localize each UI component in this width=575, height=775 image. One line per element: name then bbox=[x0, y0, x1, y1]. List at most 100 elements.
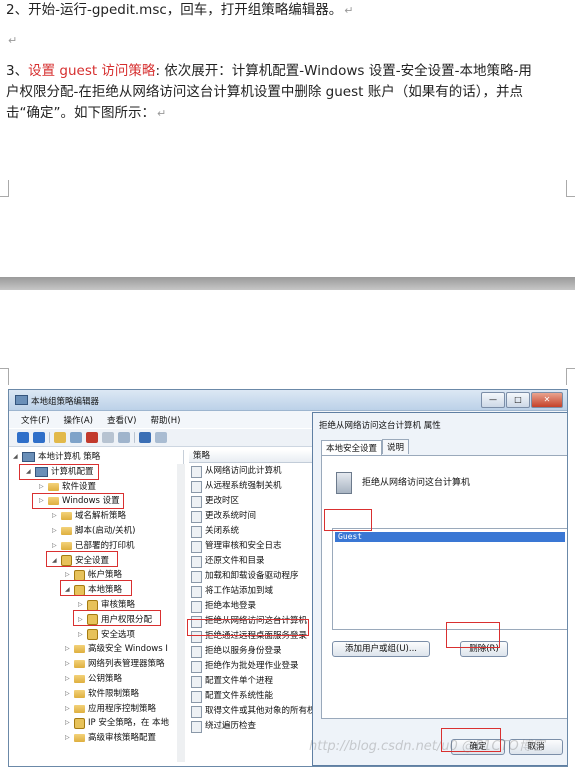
toolbar-separator bbox=[134, 432, 135, 443]
policy-label: 管理审核和安全日志 bbox=[205, 541, 282, 551]
close-button[interactable]: ✕ bbox=[531, 392, 563, 408]
computer-icon bbox=[336, 472, 352, 494]
policy-row[interactable]: 从网络访问此计算机 bbox=[191, 464, 282, 479]
add-user-button[interactable]: 添加用户或组(U)... bbox=[332, 641, 430, 657]
folder-icon bbox=[74, 660, 85, 669]
menu-action[interactable]: 操作(A) bbox=[64, 414, 93, 426]
tree-item-label: 公钥策略 bbox=[88, 674, 123, 684]
policy-row[interactable]: 配置文件系统性能 bbox=[191, 689, 273, 704]
menu-view[interactable]: 查看(V) bbox=[107, 414, 136, 426]
policy-label: 还原文件和目录 bbox=[205, 556, 265, 566]
accounts-listbox[interactable]: Guest bbox=[332, 528, 567, 630]
policy-icon bbox=[191, 540, 202, 553]
tree-item-label: 软件设置 bbox=[62, 481, 97, 492]
tree-item[interactable]: ▷ 软件设置 bbox=[39, 480, 96, 494]
show-hide-tree-icon[interactable] bbox=[70, 432, 82, 443]
dialog-policy-title: 拒绝从网络访问这台计算机 bbox=[362, 478, 471, 488]
policy-icon bbox=[191, 675, 202, 688]
minimize-button[interactable]: — bbox=[481, 392, 505, 408]
step3-link[interactable]: 设置 guest 访问策略 bbox=[28, 63, 155, 79]
tree-item[interactable]: ▷ 高级安全 Windows I bbox=[65, 642, 168, 656]
step3-rest: : 依次展开：计算机配置-Windows 设置-安全设置-本地策略-用 bbox=[155, 63, 532, 79]
toolbar-separator bbox=[49, 432, 50, 443]
view-icon[interactable] bbox=[155, 432, 167, 443]
policy-row[interactable]: 取得文件或其他对象的所有权 bbox=[191, 704, 316, 719]
expand-toggle-icon[interactable]: ▷ bbox=[52, 524, 58, 538]
menu-file[interactable]: 文件(F) bbox=[21, 414, 50, 426]
expand-toggle-icon[interactable]: ▷ bbox=[52, 509, 58, 523]
expand-toggle-icon[interactable]: ▷ bbox=[65, 731, 71, 745]
delete-icon[interactable] bbox=[86, 432, 98, 443]
policy-row[interactable]: 拒绝本地登录 bbox=[191, 599, 256, 614]
tree-item[interactable]: ▷ 网络列表管理器策略 bbox=[65, 657, 165, 671]
step3-line1: 3、设置 guest 访问策略: 依次展开：计算机配置-Windows 设置-安… bbox=[6, 61, 532, 81]
page-corner-mark bbox=[566, 368, 575, 385]
policy-column-header[interactable]: 策略 bbox=[189, 450, 319, 463]
tree-item-label: 高级安全 Windows I bbox=[88, 644, 168, 655]
paragraph-mark: ↵ bbox=[344, 4, 354, 17]
policy-label: 拒绝作为批处理作业登录 bbox=[205, 661, 299, 671]
page-corner-mark bbox=[0, 368, 9, 385]
policy-icon bbox=[191, 585, 202, 598]
policy-label: 配置文件单个进程 bbox=[205, 676, 274, 686]
policy-row[interactable]: 更改系统时间 bbox=[191, 509, 256, 524]
policy-icon bbox=[191, 720, 202, 733]
help-icon[interactable] bbox=[139, 432, 151, 443]
expand-toggle-icon[interactable]: ▷ bbox=[65, 642, 71, 656]
tab-explain[interactable]: 说明 bbox=[382, 439, 410, 454]
policy-row[interactable]: 关闭系统 bbox=[191, 524, 239, 539]
policy-label: 加载和卸载设备驱动程序 bbox=[205, 571, 299, 581]
policy-row[interactable]: 更改时区 bbox=[191, 494, 239, 509]
export-list-icon[interactable] bbox=[118, 432, 130, 443]
policy-row[interactable]: 从远程系统强制关机 bbox=[191, 479, 282, 494]
highlight-box bbox=[60, 580, 132, 596]
highlight-box bbox=[46, 551, 118, 567]
app-icon bbox=[15, 395, 28, 405]
policy-label: 配置文件系统性能 bbox=[205, 691, 274, 701]
policy-icon bbox=[191, 570, 202, 583]
expand-toggle-icon[interactable]: ▷ bbox=[65, 672, 71, 686]
tree-item[interactable]: ◢ 本地计算机 策略 bbox=[13, 450, 100, 464]
policy-icon bbox=[191, 555, 202, 568]
policy-row[interactable]: 拒绝以服务身份登录 bbox=[191, 644, 282, 659]
folder-icon bbox=[61, 541, 72, 550]
policy-row[interactable]: 将工作站添加到域 bbox=[191, 584, 273, 599]
policy-row[interactable]: 拒绝作为批处理作业登录 bbox=[191, 659, 299, 674]
policy-row[interactable]: 管理审核和安全日志 bbox=[191, 539, 282, 554]
expand-toggle-icon[interactable]: ▷ bbox=[65, 687, 71, 701]
folder-icon bbox=[61, 512, 72, 521]
tree-item[interactable]: ▷ 脚本(启动/关机) bbox=[52, 524, 136, 538]
policy-row[interactable]: 还原文件和目录 bbox=[191, 554, 265, 569]
expand-toggle-icon[interactable]: ◢ bbox=[13, 450, 19, 464]
tree-item[interactable]: ▷ 安全选项 bbox=[78, 628, 135, 642]
policy-row[interactable]: 配置文件单个进程 bbox=[191, 674, 273, 689]
forward-icon[interactable] bbox=[33, 432, 45, 443]
tree-item[interactable]: ▷ 公钥策略 bbox=[65, 672, 122, 686]
expand-toggle-icon[interactable]: ▷ bbox=[39, 480, 45, 494]
folder-icon bbox=[74, 689, 85, 698]
list-item-guest[interactable]: Guest bbox=[335, 532, 565, 542]
properties-icon[interactable] bbox=[102, 432, 114, 443]
tree-item[interactable]: ▷ 高级审核策略配置 bbox=[65, 731, 156, 745]
tab-local-security-setting[interactable]: 本地安全设置 bbox=[321, 440, 383, 455]
tree-item[interactable]: ▷ IP 安全策略，在 本地 bbox=[65, 716, 169, 730]
maximize-button[interactable]: □ bbox=[506, 392, 530, 408]
policy-row[interactable]: 绕过遍历检查 bbox=[191, 719, 256, 734]
tree-scrollbar[interactable] bbox=[177, 464, 185, 762]
up-folder-icon[interactable] bbox=[54, 432, 66, 443]
expand-toggle-icon[interactable]: ▷ bbox=[78, 628, 84, 642]
back-icon[interactable] bbox=[17, 432, 29, 443]
highlight-box bbox=[32, 493, 124, 509]
folder-icon bbox=[74, 645, 85, 654]
expand-toggle-icon[interactable]: ▷ bbox=[65, 657, 71, 671]
highlight-box bbox=[187, 619, 309, 636]
tree-item[interactable]: ▷ 域名解析策略 bbox=[52, 509, 126, 523]
policy-row[interactable]: 加载和卸载设备驱动程序 bbox=[191, 569, 299, 584]
page-corner-mark bbox=[566, 180, 575, 197]
expand-toggle-icon[interactable]: ▷ bbox=[65, 702, 71, 716]
menu-help[interactable]: 帮助(H) bbox=[150, 414, 180, 426]
tree-item[interactable]: ▷ 应用程序控制策略 bbox=[65, 702, 156, 716]
expand-toggle-icon[interactable]: ▷ bbox=[65, 716, 71, 730]
policy-label: 拒绝以服务身份登录 bbox=[205, 646, 282, 656]
tree-item[interactable]: ▷ 软件限制策略 bbox=[65, 687, 139, 701]
